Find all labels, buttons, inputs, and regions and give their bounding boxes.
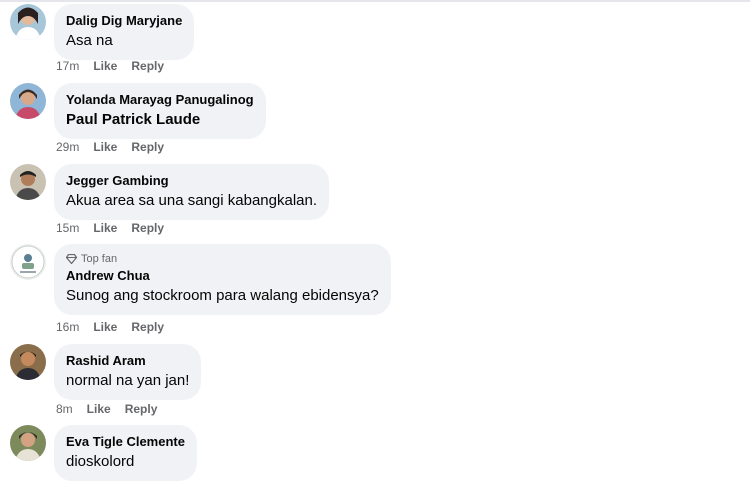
comment-timestamp[interactable]: 16m <box>56 320 79 334</box>
comment-bubble: Yolanda Marayag Panugalinog Paul Patrick… <box>54 83 266 139</box>
reply-button[interactable]: Reply <box>125 402 158 416</box>
avatar[interactable] <box>10 4 46 40</box>
reply-button[interactable]: Reply <box>131 221 164 235</box>
comment-text[interactable]: Paul Patrick Laude <box>66 110 254 130</box>
top-divider <box>0 0 750 2</box>
comment-author[interactable]: Andrew Chua <box>66 267 379 284</box>
comment-text: Akua area sa una sangi kabangkalan. <box>66 192 318 209</box>
comment-bubble: Eva Tigle Clemente dioskolord <box>54 425 197 481</box>
avatar[interactable] <box>10 425 46 461</box>
reply-button[interactable]: Reply <box>131 320 164 334</box>
comment-bubble: Rashid Aram normal na yan jan! <box>54 344 202 400</box>
comment-actions: 8m Like Reply <box>56 402 171 416</box>
comment-text: normal na yan jan! <box>66 372 190 389</box>
comment-timestamp[interactable]: 15m <box>56 221 79 235</box>
comment-text: Sunog ang stockroom para walang ebidensy… <box>66 287 379 304</box>
comment-author[interactable]: Jegger Gambing <box>66 172 317 189</box>
comment-actions: 16m Like Reply <box>56 320 178 334</box>
comment-author[interactable]: Yolanda Marayag Panugalinog <box>66 91 254 108</box>
top-fan-badge: Top fan <box>66 252 379 266</box>
comment-author[interactable]: Dalig Dig Maryjane <box>66 12 182 29</box>
comment-text: Asa na <box>66 32 113 49</box>
comment-timestamp[interactable]: 8m <box>56 402 73 416</box>
comment-author[interactable]: Eva Tigle Clemente <box>66 433 185 450</box>
comment-actions: 29m Like Reply <box>56 140 178 154</box>
like-button[interactable]: Like <box>93 59 117 73</box>
like-button[interactable]: Like <box>93 221 117 235</box>
diamond-icon <box>66 254 77 264</box>
comment-bubble: Top fan Andrew Chua Sunog ang stockroom … <box>54 244 391 315</box>
reply-button[interactable]: Reply <box>131 140 164 154</box>
like-button[interactable]: Like <box>93 320 117 334</box>
like-button[interactable]: Like <box>93 140 117 154</box>
comment-bubble: Dalig Dig Maryjane Asa na <box>54 4 195 60</box>
comment-timestamp[interactable]: 17m <box>56 59 79 73</box>
comment-actions: 15m Like Reply <box>56 221 178 235</box>
like-button[interactable]: Like <box>87 402 111 416</box>
badge-label: Top fan <box>81 253 118 265</box>
avatar[interactable] <box>10 344 46 380</box>
avatar[interactable] <box>10 164 46 200</box>
avatar[interactable] <box>10 83 46 119</box>
avatar[interactable] <box>10 244 46 280</box>
comment-author[interactable]: Rashid Aram <box>66 352 189 369</box>
comment-timestamp[interactable]: 29m <box>56 140 79 154</box>
comment-text: dioskolord <box>66 453 135 470</box>
comment-bubble: Jegger Gambing Akua area sa una sangi ka… <box>54 164 330 220</box>
comment-actions: 17m Like Reply <box>56 59 178 73</box>
reply-button[interactable]: Reply <box>131 59 164 73</box>
